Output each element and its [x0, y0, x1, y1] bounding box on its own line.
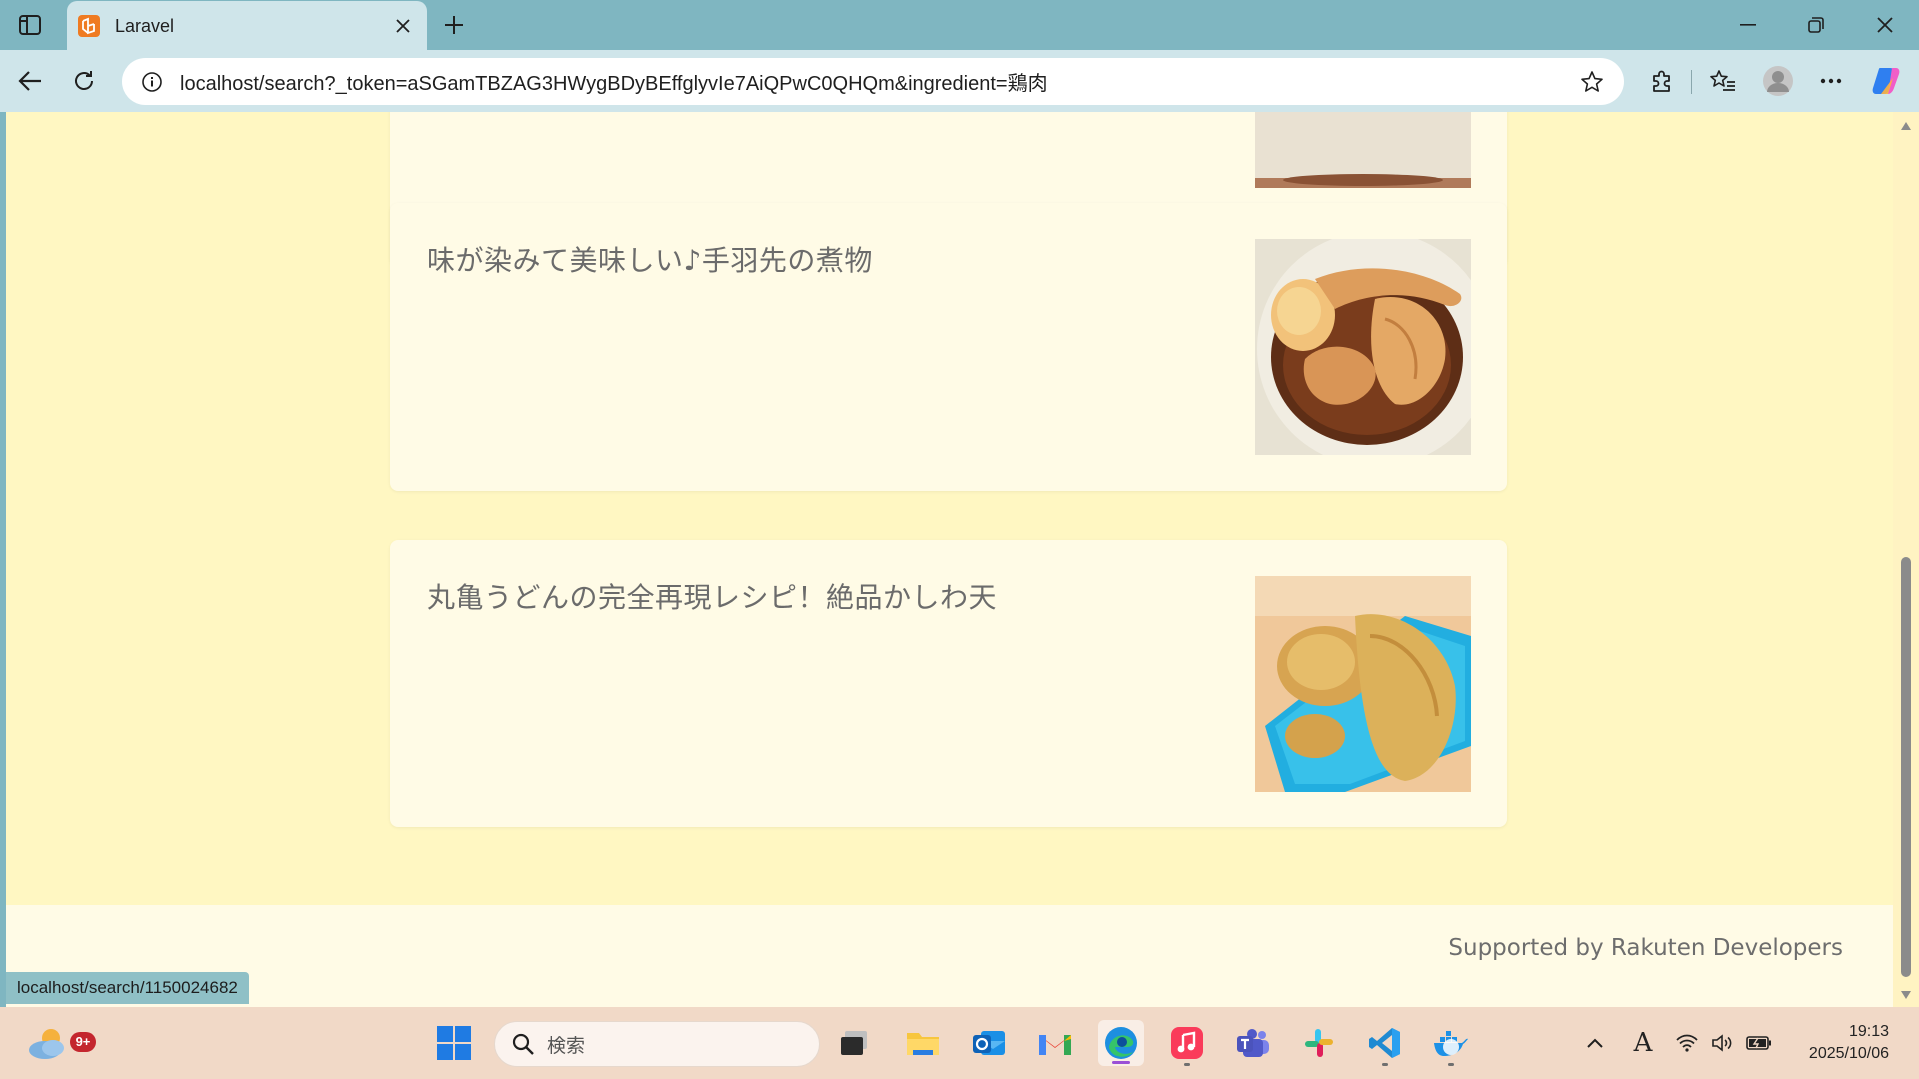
quick-settings-button[interactable] [1676, 1025, 1772, 1061]
running-indicator [1184, 1063, 1190, 1066]
running-indicator [1382, 1063, 1388, 1066]
address-bar[interactable]: localhost/search?_token=aSGamTBZAG3HWygB… [122, 58, 1624, 105]
battery-charging-icon [1746, 1036, 1771, 1050]
recipe-image[interactable] [1255, 112, 1471, 188]
running-indicator [1448, 1063, 1454, 1066]
scroll-up-icon[interactable] [1900, 120, 1912, 132]
music-app-button[interactable] [1164, 1020, 1210, 1066]
recipe-title[interactable]: 味が染みて美味しい♪手羽先の煮物 [427, 239, 873, 279]
browser-tabstrip: Laravel [0, 0, 1919, 51]
new-tab-button[interactable] [436, 8, 472, 42]
active-indicator [1112, 1061, 1130, 1064]
music-note-icon [1171, 1027, 1203, 1059]
edge-icon [1105, 1027, 1137, 1059]
settings-more-button[interactable] [1813, 64, 1849, 98]
taskbar-search[interactable]: 検索 [494, 1021, 820, 1067]
task-view-icon [841, 1031, 867, 1055]
ime-indicator[interactable]: A [1628, 1025, 1658, 1061]
laravel-favicon-icon [77, 14, 101, 38]
minimize-button[interactable] [1718, 4, 1778, 46]
system-clock[interactable]: 19:13 2025/10/06 [1809, 1021, 1889, 1065]
recipe-image[interactable] [1255, 576, 1471, 792]
clock-time: 19:13 [1848, 1023, 1889, 1040]
teams-button[interactable] [1230, 1020, 1276, 1066]
tab-actions-button[interactable] [14, 10, 46, 40]
page-scrollbar[interactable] [1893, 112, 1919, 1007]
scroll-down-icon[interactable] [1900, 989, 1912, 1001]
outlook-icon [973, 1031, 1005, 1055]
favorite-star-icon[interactable] [1572, 70, 1612, 94]
close-icon [396, 19, 410, 33]
recipe-title[interactable]: 丸亀うどんの完全再現レシピ！絶品かしわ天 [427, 576, 997, 616]
docker-whale-icon [1434, 1031, 1468, 1056]
windows-logo-icon [437, 1026, 471, 1060]
sidebar-panel-icon [19, 15, 41, 35]
favorites-list-icon [1710, 70, 1735, 91]
extensions-button[interactable] [1644, 64, 1680, 98]
recipe-image[interactable] [1255, 239, 1471, 455]
show-hidden-icons-button[interactable] [1580, 1025, 1610, 1061]
windows-taskbar: 9+ 検索 A 19:13 2025/10/06 [0, 1007, 1919, 1079]
scroll-thumb[interactable] [1901, 557, 1911, 977]
volume-icon [1712, 1034, 1732, 1052]
site-footer: Supported by Rakuten Developers [6, 905, 1893, 1007]
tab-title: Laravel [115, 15, 175, 36]
file-explorer-button[interactable] [900, 1020, 946, 1066]
notification-badge: 9+ [70, 1032, 96, 1052]
copilot-button[interactable] [1868, 64, 1904, 98]
back-button[interactable] [12, 64, 48, 98]
browser-tab-active[interactable]: Laravel [67, 1, 427, 51]
chicken-tempura-image [1255, 576, 1471, 792]
slack-button[interactable] [1296, 1020, 1342, 1066]
restore-button[interactable] [1786, 4, 1846, 46]
chevron-up-icon [1587, 1038, 1603, 1048]
address-url[interactable]: localhost/search?_token=aSGamTBZAG3HWygB… [180, 67, 1572, 96]
chicken-wings-simmered-image [1255, 239, 1471, 455]
close-icon [1877, 17, 1893, 33]
copilot-icon [1872, 68, 1900, 94]
weather-cloud-icon [29, 1029, 64, 1059]
puzzle-icon [1653, 70, 1670, 92]
start-button[interactable] [431, 1020, 477, 1066]
clock-date: 2025/10/06 [1808, 1045, 1889, 1062]
more-dots-icon [1820, 78, 1842, 84]
toolbar-separator [1691, 70, 1692, 94]
search-icon [509, 1032, 537, 1056]
footer-credit: Supported by Rakuten Developers [1448, 935, 1843, 961]
browser-toolbar: localhost/search?_token=aSGamTBZAG3HWygB… [0, 50, 1919, 112]
docker-button[interactable] [1428, 1020, 1474, 1066]
avatar-icon [1763, 66, 1793, 96]
favorites-button[interactable] [1705, 64, 1741, 98]
minimize-icon [1740, 24, 1756, 26]
page-viewport: 味が染みて美味しい♪手羽先の煮物 丸亀うどんの完全再現レシピ！絶品かしわ天 Su… [6, 112, 1893, 1007]
close-window-button[interactable] [1855, 4, 1915, 46]
gmail-icon [1039, 1035, 1071, 1055]
restore-icon [1808, 17, 1824, 33]
vscode-button[interactable] [1362, 1020, 1408, 1066]
wifi-icon [1676, 1034, 1698, 1052]
arrow-left-icon [18, 71, 41, 91]
task-view-button[interactable] [832, 1020, 878, 1066]
outlook-button[interactable] [966, 1020, 1012, 1066]
link-status-bubble: localhost/search/1150024682 [6, 972, 249, 1004]
gmail-button[interactable] [1032, 1020, 1078, 1066]
profile-button[interactable] [1758, 64, 1798, 98]
site-info-icon[interactable] [132, 71, 172, 93]
recipe-card[interactable]: 味が染みて美味しい♪手羽先の煮物 [390, 203, 1507, 491]
vscode-icon [1369, 1028, 1400, 1058]
edge-browser-button[interactable] [1098, 1020, 1144, 1066]
recipe-card[interactable]: 丸亀うどんの完全再現レシピ！絶品かしわ天 [390, 540, 1507, 827]
refresh-icon [75, 71, 93, 90]
teams-icon [1237, 1029, 1269, 1057]
plus-icon [445, 16, 463, 34]
tab-close-button[interactable] [385, 8, 421, 44]
weather-widget[interactable]: 9+ [24, 1020, 96, 1066]
folder-icon [907, 1033, 939, 1055]
search-placeholder: 検索 [547, 1034, 586, 1057]
reload-button[interactable] [66, 64, 102, 98]
slack-icon [1305, 1029, 1333, 1057]
